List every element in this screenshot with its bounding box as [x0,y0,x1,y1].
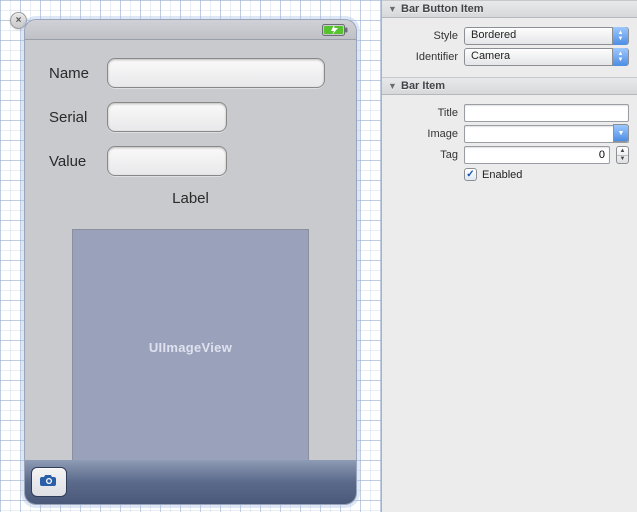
inspector-panel: ▼ Bar Button Item Style Bordered ▲▼ Iden… [381,0,637,512]
chevron-down-icon: ▼ [388,81,397,91]
stepper-up-icon[interactable]: ▲ [617,147,628,156]
row-serial: Serial [35,102,346,132]
stepper-arrows-icon: ▲▼ [612,48,628,66]
row-name: Name [35,58,346,88]
camera-icon [40,473,58,492]
name-label: Name [35,65,97,82]
serial-field[interactable] [107,102,227,132]
serial-label: Serial [35,109,97,126]
tag-label: Tag [390,149,458,161]
camera-bar-button[interactable] [31,467,67,497]
identifier-value: Camera [471,50,510,62]
content-view: Name Serial Value Label UIImageView [25,40,356,460]
toolbar [25,460,356,504]
value-field[interactable] [107,146,227,176]
tag-input[interactable] [464,146,610,164]
image-view[interactable]: UIImageView [72,229,309,466]
placeholder-label[interactable]: Label [35,190,346,207]
value-label: Value [35,153,97,170]
style-value: Bordered [471,29,516,41]
enabled-label: Enabled [482,169,522,181]
image-label: Image [390,128,458,140]
statusbar [25,20,356,40]
style-label: Style [390,30,458,42]
title-label: Title [390,107,458,119]
section-header-bar-item[interactable]: ▼ Bar Item [382,77,637,95]
imageview-placeholder-text: UIImageView [149,340,232,355]
title-input[interactable] [464,104,629,122]
style-select[interactable]: Bordered ▲▼ [464,27,629,45]
row-value: Value [35,146,346,176]
device-view[interactable]: Name Serial Value Label UIImageView [24,19,357,505]
section-body-bar-item: Title Image ▼ Tag ▲ ▼ ✓ Enabled [382,95,637,189]
enabled-checkbox[interactable]: ✓ [464,168,477,181]
stepper-arrows-icon: ▲▼ [612,27,628,45]
identifier-label: Identifier [390,51,458,63]
battery-icon [322,23,348,41]
section-body-bar-button-item: Style Bordered ▲▼ Identifier Camera ▲▼ [382,18,637,77]
identifier-select[interactable]: Camera ▲▼ [464,48,629,66]
chevron-down-icon[interactable]: ▼ [613,124,629,142]
chevron-down-icon: ▼ [388,4,397,14]
name-field[interactable] [107,58,325,88]
stepper-down-icon[interactable]: ▼ [617,156,628,164]
section-title: Bar Item [401,80,445,92]
section-title: Bar Button Item [401,3,484,15]
tag-stepper[interactable]: ▲ ▼ [616,146,629,164]
ib-canvas: × Name Serial Value [0,0,381,512]
section-header-bar-button-item[interactable]: ▼ Bar Button Item [382,0,637,18]
image-combo[interactable] [464,125,629,143]
